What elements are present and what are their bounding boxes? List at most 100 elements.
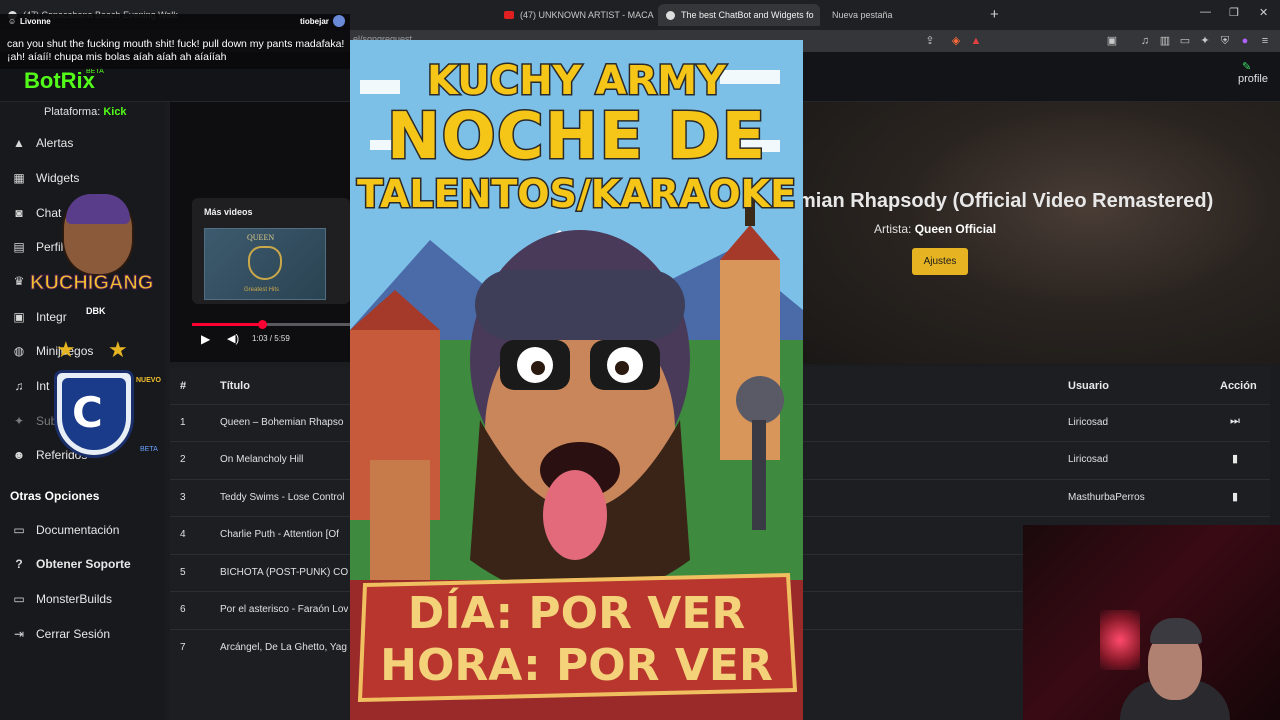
- leo-ai-icon[interactable]: ●: [1239, 35, 1251, 47]
- youtube-icon: [504, 11, 514, 19]
- artist-name: Queen Official: [914, 222, 997, 236]
- col-user: Usuario: [1068, 380, 1109, 392]
- crest-letter-icon: C: [72, 388, 103, 437]
- sidebar-item-alertas[interactable]: ▲ Alertas: [12, 136, 73, 150]
- row-title: Arcángel, De La Ghetto, Yag: [220, 642, 347, 653]
- row-title: Queen – Bohemian Rhapso: [220, 417, 344, 428]
- sidebar-item-logout[interactable]: ⇥ Cerrar Sesión: [12, 627, 110, 641]
- col-title: Título: [220, 380, 250, 392]
- artist-line: Artista: Queen Official: [874, 222, 996, 236]
- botrix-logo[interactable]: BotRix: [24, 68, 95, 94]
- music-icon: ♫: [14, 379, 24, 393]
- row-user: Liricosad: [1068, 417, 1109, 428]
- chat-username: Livonne: [20, 17, 51, 26]
- poster-day: DÍA: POR VER: [407, 588, 746, 639]
- tab-2[interactable]: (47) UNKNOWN ARTIST - MACARENA: [496, 4, 654, 26]
- queen-crest-icon: [248, 246, 282, 280]
- platform-value: Kick: [103, 106, 127, 118]
- poster-line3: TALENTOS/KARAOKE: [355, 171, 797, 218]
- row-title: BICHOTA (POST-PUNK) COV: [220, 567, 348, 578]
- sidebar-item-label: Integr: [36, 310, 67, 324]
- music-note-icon[interactable]: ♫: [1139, 35, 1151, 47]
- sidebar-item-chat[interactable]: ◙ Chat: [12, 206, 61, 220]
- row-title: Charlie Puth - Attention [Of: [220, 529, 339, 540]
- restore-icon[interactable]: ❐: [1229, 6, 1239, 19]
- help-icon: ?: [15, 557, 23, 571]
- row-number: 3: [180, 492, 186, 503]
- new-tab-plus-icon[interactable]: +: [990, 6, 999, 23]
- avatar: [333, 15, 345, 27]
- sidebar-toggle-icon[interactable]: ▥: [1159, 35, 1171, 47]
- wallet-icon[interactable]: ▭: [1179, 35, 1191, 47]
- chat-right-user: tiobejar: [300, 17, 329, 26]
- row-number: 6: [180, 604, 186, 615]
- row-user: MasthurbaPerros: [1068, 492, 1145, 503]
- user-icon: ☺: [8, 17, 17, 26]
- screen-icon[interactable]: ▣: [1106, 35, 1118, 47]
- brave-shield-icon[interactable]: ◈: [950, 35, 962, 47]
- col-action: Acción: [1220, 380, 1257, 392]
- sidebar-item-perfil[interactable]: ▤ Perfil: [12, 240, 63, 254]
- extension-icon[interactable]: ✦: [1199, 35, 1211, 47]
- shield-icon[interactable]: ⛨: [1219, 35, 1231, 47]
- sidebar-item-label: Perfil: [36, 240, 64, 254]
- poster-line1: KUCHY ARMY: [425, 57, 727, 106]
- row-title: Por el asterisco - Faraón Lov: [220, 604, 348, 615]
- sidebar-item-label: Alertas: [36, 136, 74, 150]
- minimize-icon[interactable]: —: [1200, 6, 1211, 18]
- platform-indicator: Plataforma: Kick: [44, 106, 127, 118]
- grid-icon: ▦: [13, 171, 25, 185]
- close-window-icon[interactable]: ✕: [1259, 6, 1268, 19]
- trophy-icon: ♛: [13, 274, 25, 288]
- sidebar-item-widgets[interactable]: ▦ Widgets: [12, 171, 79, 185]
- row-title: On Melancholy Hill: [220, 454, 304, 465]
- warning-icon: ▲: [13, 136, 25, 150]
- karaoke-poster: KUCHY ARMY NOCHE DE TALENTOS/KARAOKE DÍA…: [350, 40, 803, 720]
- beta-badge: BETA: [140, 446, 158, 453]
- tab-3-active[interactable]: The best ChatBot and Widgets fo ✕: [658, 4, 820, 26]
- sidebar-item-documentacion[interactable]: ▭ Documentación: [12, 523, 119, 537]
- site-favicon-icon: [666, 10, 675, 20]
- settings-button[interactable]: Ajustes: [912, 248, 968, 275]
- monitor-icon: ▭: [13, 592, 25, 606]
- logout-icon: ⇥: [13, 627, 25, 641]
- volume-icon[interactable]: ◀): [227, 332, 239, 345]
- sidebar-item-monsterbuilds[interactable]: ▭ MonsterBuilds: [12, 592, 112, 606]
- trash-icon[interactable]: ▮: [1232, 452, 1238, 465]
- profile-icon[interactable]: ✎: [1242, 60, 1251, 73]
- star-icon: ★: [108, 337, 128, 362]
- profile-link[interactable]: profile: [1238, 73, 1268, 85]
- play-icon[interactable]: ▶: [201, 332, 210, 346]
- sidebar-item-label: Int: [36, 379, 50, 393]
- gamepad-icon: ◍: [13, 344, 25, 358]
- share-icon[interactable]: ⇪: [924, 35, 936, 47]
- sidebar-item-label: Chat: [36, 206, 62, 220]
- menu-icon[interactable]: ≡: [1259, 35, 1271, 47]
- more-videos-label: Más videos: [204, 207, 253, 217]
- star-icon: ★: [56, 337, 76, 362]
- brave-rewards-icon[interactable]: ▲: [970, 35, 982, 47]
- row-number: 1: [180, 417, 186, 428]
- trash-icon[interactable]: ▮: [1232, 490, 1238, 503]
- section-title: Otras Opciones: [10, 489, 100, 503]
- skip-icon[interactable]: ⏭: [1230, 415, 1240, 428]
- plug-icon: ▣: [13, 310, 25, 324]
- sidebar-item-label: Documentación: [36, 523, 120, 537]
- sidebar-item-sub[interactable]: ✦ Sub: [12, 414, 57, 428]
- webcam-light: [1100, 610, 1140, 670]
- sidebar-item-minijuegos[interactable]: ◍ Minijuegos: [12, 344, 94, 358]
- sidebar-item-music[interactable]: ♫ Int: [12, 379, 50, 393]
- sidebar-item-integraciones[interactable]: ▣ Integr: [12, 310, 67, 324]
- id-card-icon: ▤: [13, 240, 25, 254]
- row-number: 7: [180, 642, 186, 653]
- tab-label: Nueva pestaña: [832, 10, 893, 20]
- tab-4[interactable]: Nueva pestaña: [824, 4, 944, 26]
- sidebar-item-soporte[interactable]: ? Obtener Soporte: [12, 557, 131, 571]
- row-user: Liricosad: [1068, 454, 1109, 465]
- sidebar-item-label: Obtener Soporte: [36, 557, 131, 571]
- progress-knob[interactable]: [258, 320, 267, 329]
- artist-label: Artista:: [874, 222, 912, 236]
- sidebar-item-label: MonsterBuilds: [36, 592, 113, 606]
- row-number: 2: [180, 454, 186, 465]
- row-number: 5: [180, 567, 186, 578]
